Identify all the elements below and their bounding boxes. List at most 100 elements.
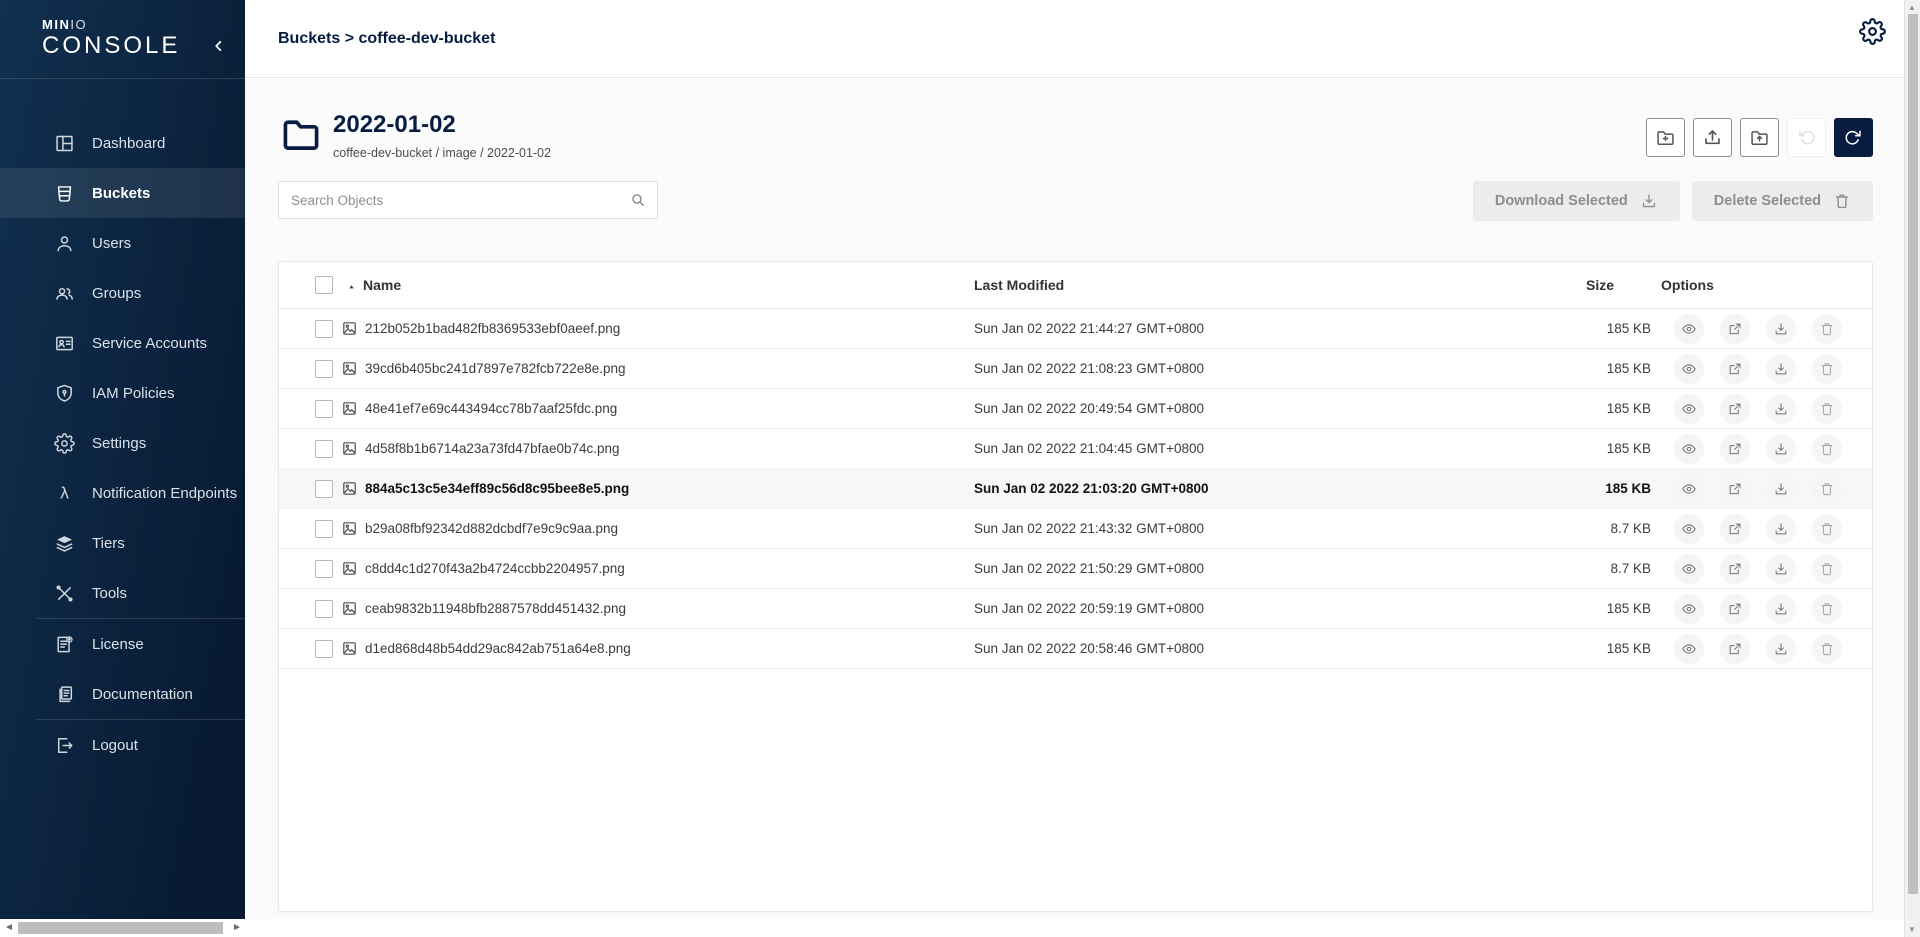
row-checkbox[interactable]	[315, 640, 333, 658]
settings-gear-button[interactable]	[1852, 11, 1892, 51]
delete-object-button[interactable]	[1812, 634, 1842, 664]
delete-object-button[interactable]	[1812, 394, 1842, 424]
download-object-button[interactable]	[1766, 314, 1796, 344]
download-selected-label: Download Selected	[1495, 193, 1628, 209]
refresh-button[interactable]	[1834, 118, 1873, 157]
topbar: Buckets > coffee-dev-bucket	[245, 0, 1904, 78]
download-icon	[1773, 441, 1789, 457]
preview-object-button[interactable]	[1674, 474, 1704, 504]
download-object-button[interactable]	[1766, 554, 1796, 584]
sidebar-item-notification-endpoints[interactable]: Notification Endpoints	[0, 468, 245, 518]
table-row[interactable]: b29a08fbf92342d882dcbdf7e9c9c9aa.png Sun…	[279, 509, 1872, 549]
sidebar-item-license[interactable]: License	[0, 619, 245, 669]
download-object-button[interactable]	[1766, 394, 1796, 424]
table-row[interactable]: ceab9832b11948bfb2887578dd451432.png Sun…	[279, 589, 1872, 629]
row-checkbox[interactable]	[315, 600, 333, 618]
share-object-button[interactable]	[1720, 354, 1750, 384]
create-path-button[interactable]	[1646, 118, 1685, 157]
horizontal-scrollbar[interactable]: ◄ ►	[0, 919, 1904, 937]
row-checkbox[interactable]	[315, 320, 333, 338]
column-name[interactable]: Name	[341, 277, 974, 293]
preview-object-button[interactable]	[1674, 634, 1704, 664]
groups-icon	[54, 283, 75, 304]
table-row[interactable]: c8dd4c1d270f43a2b4724ccbb2204957.png Sun…	[279, 549, 1872, 589]
preview-object-button[interactable]	[1674, 434, 1704, 464]
share-object-button[interactable]	[1720, 314, 1750, 344]
sidebar-item-users[interactable]: Users	[0, 218, 245, 268]
table-row[interactable]: 884a5c13c5e34eff89c56d8c95bee8e5.png Sun…	[279, 469, 1872, 509]
select-all-checkbox[interactable]	[315, 276, 333, 294]
share-object-button[interactable]	[1720, 634, 1750, 664]
trash-icon	[1819, 401, 1835, 417]
sidebar-item-service-accounts[interactable]: Service Accounts	[0, 318, 245, 368]
table-row[interactable]: 212b052b1bad482fb8369533ebf0aeef.png Sun…	[279, 309, 1872, 349]
download-object-button[interactable]	[1766, 474, 1796, 504]
delete-object-button[interactable]	[1812, 314, 1842, 344]
image-file-icon	[341, 320, 358, 337]
row-checkbox[interactable]	[315, 520, 333, 538]
sidebar-item-settings[interactable]: Settings	[0, 418, 245, 468]
sidebar-item-documentation[interactable]: Documentation	[0, 669, 245, 719]
share-icon	[1727, 361, 1743, 377]
row-checkbox[interactable]	[315, 440, 333, 458]
table-row[interactable]: 39cd6b405bc241d7897e782fcb722e8e.png Sun…	[279, 349, 1872, 389]
preview-object-button[interactable]	[1674, 314, 1704, 344]
eye-icon	[1681, 321, 1697, 337]
object-size: 185 KB	[1479, 401, 1651, 416]
row-checkbox[interactable]	[315, 560, 333, 578]
upload-file-button[interactable]	[1693, 118, 1732, 157]
upload-folder-button[interactable]	[1740, 118, 1779, 157]
table-row[interactable]: 4d58f8b1b6714a23a73fd47bfae0b74c.png Sun…	[279, 429, 1872, 469]
sidebar-item-buckets[interactable]: Buckets	[0, 168, 245, 218]
sidebar-collapse-button[interactable]	[207, 34, 231, 58]
share-object-button[interactable]	[1720, 434, 1750, 464]
vertical-scrollbar-thumb[interactable]	[1908, 14, 1918, 894]
row-checkbox[interactable]	[315, 480, 333, 498]
row-checkbox[interactable]	[315, 360, 333, 378]
row-checkbox[interactable]	[315, 400, 333, 418]
scroll-up-arrow-icon[interactable]: ▲	[1908, 3, 1916, 12]
sidebar-item-logout[interactable]: Logout	[0, 720, 245, 770]
object-last-modified: Sun Jan 02 2022 21:08:23 GMT+0800	[974, 361, 1479, 376]
share-object-button[interactable]	[1720, 394, 1750, 424]
breadcrumb[interactable]: Buckets > coffee-dev-bucket	[278, 30, 495, 48]
delete-selected-button[interactable]: Delete Selected	[1692, 181, 1873, 221]
preview-object-button[interactable]	[1674, 394, 1704, 424]
delete-object-button[interactable]	[1812, 434, 1842, 464]
download-object-button[interactable]	[1766, 354, 1796, 384]
object-name: 884a5c13c5e34eff89c56d8c95bee8e5.png	[365, 481, 629, 496]
download-object-button[interactable]	[1766, 634, 1796, 664]
sidebar-item-tools[interactable]: Tools	[0, 568, 245, 618]
share-object-button[interactable]	[1720, 554, 1750, 584]
download-object-button[interactable]	[1766, 594, 1796, 624]
scroll-down-arrow-icon[interactable]: ▼	[1908, 925, 1916, 934]
search-input[interactable]	[278, 181, 658, 219]
preview-object-button[interactable]	[1674, 354, 1704, 384]
share-object-button[interactable]	[1720, 594, 1750, 624]
download-selected-button[interactable]: Download Selected	[1473, 181, 1680, 221]
scroll-right-arrow-icon[interactable]: ►	[232, 922, 242, 934]
preview-object-button[interactable]	[1674, 514, 1704, 544]
sidebar-item-iam-policies[interactable]: IAM Policies	[0, 368, 245, 418]
scroll-left-arrow-icon[interactable]: ◄	[4, 922, 14, 934]
share-object-button[interactable]	[1720, 474, 1750, 504]
vertical-scrollbar[interactable]: ▲ ▼	[1904, 0, 1920, 937]
horizontal-scrollbar-thumb[interactable]	[18, 922, 223, 934]
sidebar-item-tiers[interactable]: Tiers	[0, 518, 245, 568]
delete-object-button[interactable]	[1812, 554, 1842, 584]
table-row[interactable]: 48e41ef7e69c443494cc78b7aaf25fdc.png Sun…	[279, 389, 1872, 429]
sidebar-item-groups[interactable]: Groups	[0, 268, 245, 318]
delete-object-button[interactable]	[1812, 354, 1842, 384]
delete-object-button[interactable]	[1812, 474, 1842, 504]
download-object-button[interactable]	[1766, 434, 1796, 464]
preview-object-button[interactable]	[1674, 594, 1704, 624]
table-row[interactable]: d1ed868d48b54dd29ac842ab751a64e8.png Sun…	[279, 629, 1872, 669]
rewind-button[interactable]	[1787, 118, 1826, 157]
sidebar-item-dashboard[interactable]: Dashboard	[0, 118, 245, 168]
download-object-button[interactable]	[1766, 514, 1796, 544]
share-object-button[interactable]	[1720, 514, 1750, 544]
delete-object-button[interactable]	[1812, 594, 1842, 624]
delete-object-button[interactable]	[1812, 514, 1842, 544]
image-file-icon	[341, 640, 358, 657]
preview-object-button[interactable]	[1674, 554, 1704, 584]
